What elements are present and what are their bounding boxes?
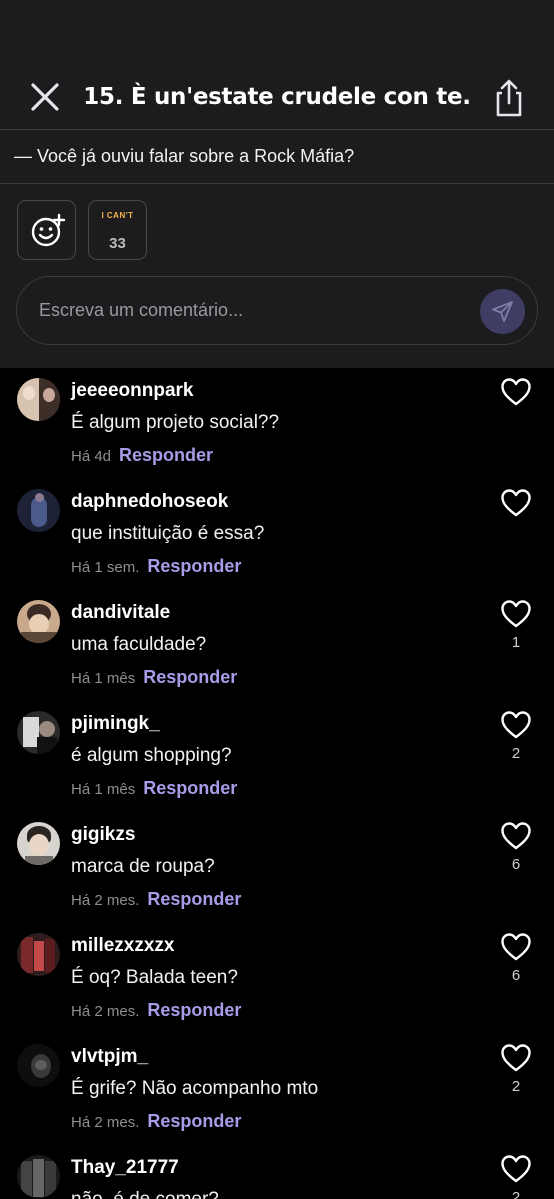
like-count: 6 bbox=[511, 856, 521, 873]
sticker-count: 33 bbox=[109, 235, 126, 252]
reply-button[interactable]: Responder bbox=[147, 556, 241, 576]
comment-time: Há 2 mes. bbox=[71, 1003, 140, 1020]
like-count: 2 bbox=[511, 745, 521, 762]
sticker-reaction-button[interactable]: I CAN'T 33 bbox=[88, 200, 147, 260]
comment-time: Há 1 mês bbox=[71, 670, 136, 687]
comment-username[interactable]: dandivitale bbox=[71, 602, 170, 624]
comment-meta: Há 1 mês Responder bbox=[71, 778, 237, 799]
reply-button[interactable]: Responder bbox=[119, 445, 213, 465]
avatar[interactable] bbox=[17, 1044, 60, 1087]
comment-text: que instituição é essa? bbox=[71, 523, 265, 544]
heart-icon[interactable] bbox=[501, 1155, 531, 1183]
comment-field[interactable] bbox=[16, 276, 538, 345]
like-count: 6 bbox=[511, 967, 521, 984]
close-icon bbox=[31, 83, 59, 111]
avatar[interactable] bbox=[17, 489, 60, 532]
comment-meta: Há 2 mes. Responder bbox=[71, 889, 241, 910]
share-icon bbox=[496, 79, 522, 117]
comment-text: uma faculdade? bbox=[71, 634, 207, 655]
reply-button[interactable]: Responder bbox=[147, 1111, 241, 1131]
comment-time: Há 1 sem. bbox=[71, 559, 140, 576]
reply-button[interactable]: Responder bbox=[147, 1000, 241, 1020]
story-panel: 15. È un'estate crudele con te. — Você j… bbox=[0, 0, 554, 368]
comment-meta: Há 4d Responder bbox=[71, 445, 213, 466]
comment-username[interactable]: Thay_21777 bbox=[71, 1157, 179, 1179]
heart-icon[interactable] bbox=[501, 600, 531, 628]
reply-button[interactable]: Responder bbox=[143, 667, 237, 687]
avatar[interactable] bbox=[17, 378, 60, 421]
comment-time: Há 1 mês bbox=[71, 781, 136, 798]
comment-text: É grife? Não acompanho mto bbox=[71, 1078, 319, 1099]
top-bar: 15. È un'estate crudele con te. bbox=[0, 60, 554, 130]
like-count: 1 bbox=[511, 634, 521, 651]
avatar[interactable] bbox=[17, 822, 60, 865]
like-count: 2 bbox=[511, 1078, 521, 1095]
comment-item: Thay_21777 não, é de comer? 2 bbox=[0, 1145, 554, 1199]
share-button[interactable] bbox=[490, 78, 528, 118]
send-icon bbox=[492, 301, 513, 322]
heart-icon[interactable] bbox=[501, 378, 531, 406]
avatar[interactable] bbox=[17, 933, 60, 976]
close-button[interactable] bbox=[26, 78, 64, 116]
comment-username[interactable]: millezxzxzx bbox=[71, 935, 175, 957]
comment-text: marca de roupa? bbox=[71, 856, 215, 877]
comment-time: Há 2 mes. bbox=[71, 892, 140, 909]
heart-icon[interactable] bbox=[501, 1044, 531, 1072]
heart-icon[interactable] bbox=[501, 822, 531, 850]
comment-username[interactable]: jeeeeonnpark bbox=[71, 380, 194, 402]
reply-button[interactable]: Responder bbox=[147, 889, 241, 909]
comment-text: não, é de comer? bbox=[71, 1189, 219, 1199]
send-button[interactable] bbox=[480, 289, 525, 334]
heart-icon[interactable] bbox=[501, 933, 531, 961]
comment-username[interactable]: pjimingk_ bbox=[71, 713, 160, 735]
comment-username[interactable]: gigikzs bbox=[71, 824, 135, 846]
avatar[interactable] bbox=[17, 600, 60, 643]
comment-username[interactable]: daphnedohoseok bbox=[71, 491, 228, 513]
divider bbox=[0, 183, 554, 184]
comment-meta: Há 2 mes. Responder bbox=[71, 1111, 241, 1132]
comment-item: daphnedohoseok que instituição é essa? H… bbox=[0, 479, 554, 590]
comment-item: pjimingk_ é algum shopping? Há 1 mês Resp… bbox=[0, 701, 554, 812]
chapter-title: 15. È un'estate crudele con te. bbox=[83, 84, 471, 110]
comment-item: dandivitale uma faculdade? Há 1 mês Respo… bbox=[0, 590, 554, 701]
heart-icon[interactable] bbox=[501, 711, 531, 739]
comment-time: Há 4d bbox=[71, 448, 112, 465]
divider bbox=[0, 129, 554, 130]
comment-text: é algum shopping? bbox=[71, 745, 232, 766]
avatar[interactable] bbox=[17, 1155, 60, 1198]
comment-item: millezxzxzx É oq? Balada teen? Há 2 mes.… bbox=[0, 923, 554, 1034]
comment-item: jeeeeonnpark É algum projeto social?? Há… bbox=[0, 368, 554, 479]
comment-input[interactable] bbox=[39, 277, 459, 343]
comment-item: vlvtpjm_ É grife? Não acompanho mto Há 2… bbox=[0, 1034, 554, 1145]
sticker-label: I CAN'T bbox=[101, 211, 134, 220]
comment-meta: Há 1 mês Responder bbox=[71, 667, 237, 688]
comment-text: É algum projeto social?? bbox=[71, 412, 280, 433]
quoted-paragraph: — Você já ouviu falar sobre a Rock Máfia… bbox=[14, 146, 355, 166]
like-count: 2 bbox=[511, 1189, 521, 1199]
add-reaction-icon bbox=[31, 213, 66, 247]
comment-time: Há 2 mes. bbox=[71, 1114, 140, 1131]
heart-icon[interactable] bbox=[501, 489, 531, 517]
reply-button[interactable]: Responder bbox=[143, 778, 237, 798]
add-reaction-button[interactable] bbox=[17, 200, 76, 260]
comment-meta: Há 1 sem. Responder bbox=[71, 556, 241, 577]
comment-meta: Há 2 mes. Responder bbox=[71, 1000, 241, 1021]
comment-item: gigikzs marca de roupa? Há 2 mes. Respond… bbox=[0, 812, 554, 923]
comment-text: É oq? Balada teen? bbox=[71, 967, 238, 988]
avatar[interactable] bbox=[17, 711, 60, 754]
comment-username[interactable]: vlvtpjm_ bbox=[71, 1046, 148, 1068]
